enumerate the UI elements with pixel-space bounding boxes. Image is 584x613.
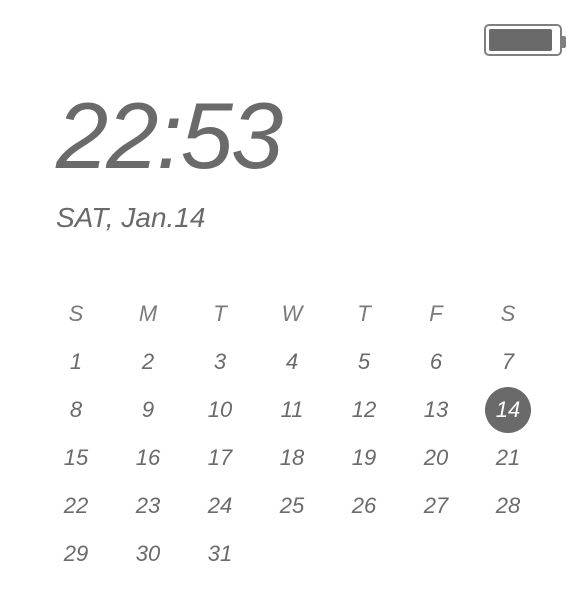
calendar-day-cell[interactable]: 25 [256,482,328,530]
calendar-weekday-row: SMTWTFS [40,290,564,338]
calendar-day-cell[interactable]: 4 [256,338,328,386]
calendar-day-cell[interactable]: 27 [400,482,472,530]
calendar-weekday-label: W [282,301,303,327]
calendar-day-cell[interactable]: 26 [328,482,400,530]
calendar-weekday-label: S [501,301,516,327]
calendar-day-number: 10 [208,397,232,423]
calendar-day-cell[interactable]: 17 [184,434,256,482]
calendar-day-cell[interactable]: 10 [184,386,256,434]
calendar-day-number: 23 [136,493,160,519]
calendar-day-cell [400,530,472,578]
calendar-day-cell[interactable]: 14 [472,386,544,434]
calendar-day-number: 6 [430,349,442,375]
calendar-weekday-label: S [69,301,84,327]
calendar-weekday-label: T [213,301,226,327]
calendar-week-row: 8 9 10 11 12 13 14 [40,386,564,434]
battery-indicator [484,24,566,56]
calendar-day-cell[interactable]: 23 [112,482,184,530]
calendar-day-number: 20 [424,445,448,471]
calendar-day-number: 2 [142,349,154,375]
calendar-day-number: 13 [424,397,448,423]
calendar-day-cell[interactable]: 28 [472,482,544,530]
calendar-day-number: 26 [352,493,376,519]
calendar-weekday-cell: T [184,290,256,338]
calendar-day-cell[interactable]: 31 [184,530,256,578]
calendar-day-cell[interactable]: 29 [40,530,112,578]
calendar-day-cell[interactable]: 20 [400,434,472,482]
calendar-weekday-label: F [429,301,442,327]
calendar-day-number: 3 [214,349,226,375]
calendar-weekday-label: T [357,301,370,327]
calendar-day-cell[interactable]: 21 [472,434,544,482]
calendar-weekday-label: M [139,301,157,327]
calendar-day-number: 9 [142,397,154,423]
clock-date: SAT, Jan.14 [56,202,584,234]
calendar-day-number: 7 [502,349,514,375]
calendar-day-cell[interactable]: 11 [256,386,328,434]
calendar-body: 1234567891011121314151617181920212223242… [40,338,564,578]
calendar-weekday-cell: T [328,290,400,338]
calendar-day-cell[interactable]: 7 [472,338,544,386]
calendar-day-number: 19 [352,445,376,471]
calendar-day-number: 17 [208,445,232,471]
calendar-day-number: 4 [286,349,298,375]
calendar-day-cell[interactable]: 6 [400,338,472,386]
calendar-day-number: 22 [64,493,88,519]
calendar-weekday-cell: S [40,290,112,338]
clock-time: 22:53 [56,82,584,190]
calendar-week-row: 1 2 3 4 5 6 7 [40,338,564,386]
battery-tip [562,36,566,48]
calendar-day-cell[interactable]: 5 [328,338,400,386]
calendar-day-cell[interactable]: 1 [40,338,112,386]
calendar-day-number: 18 [280,445,304,471]
calendar-day-number: 28 [496,493,520,519]
battery-fill [489,29,552,51]
calendar-day-cell[interactable]: 15 [40,434,112,482]
calendar-day-cell[interactable]: 30 [112,530,184,578]
calendar-weekday-cell: M [112,290,184,338]
calendar-day-number: 11 [281,397,304,423]
calendar-day-cell[interactable]: 3 [184,338,256,386]
calendar-day-cell [472,530,544,578]
calendar-weekday-cell: W [256,290,328,338]
calendar-day-number: 24 [208,493,232,519]
calendar-day-number: 16 [136,445,160,471]
calendar-day-number: 15 [64,445,88,471]
calendar-day-number: 12 [352,397,376,423]
calendar-day-number: 27 [424,493,448,519]
calendar-weekday-cell: F [400,290,472,338]
calendar-day-cell[interactable]: 22 [40,482,112,530]
calendar-week-row: 29 30 31 [40,530,564,578]
calendar-day-cell [328,530,400,578]
calendar-day-cell [256,530,328,578]
calendar-day-cell[interactable]: 18 [256,434,328,482]
calendar-day-number: 31 [208,541,232,567]
calendar-day-cell[interactable]: 8 [40,386,112,434]
calendar-day-cell[interactable]: 2 [112,338,184,386]
calendar-day-number: 21 [496,445,520,471]
calendar-day-number: 29 [64,541,88,567]
calendar-day-number: 25 [280,493,304,519]
calendar-day-cell[interactable]: 16 [112,434,184,482]
calendar-weekday-cell: S [472,290,544,338]
calendar-day-cell[interactable]: 12 [328,386,400,434]
calendar-day-number: 1 [70,349,82,375]
calendar-day-number: 5 [358,349,370,375]
calendar-day-cell[interactable]: 13 [400,386,472,434]
calendar-day-cell[interactable]: 9 [112,386,184,434]
calendar-week-row: 22 23 24 25 26 27 28 [40,482,564,530]
calendar-day-number: 30 [136,541,160,567]
battery-shell [484,24,562,56]
calendar-week-row: 15 16 17 18 19 20 21 [40,434,564,482]
calendar: SMTWTFS 12345678910111213141516171819202… [0,290,584,578]
calendar-day-number: 8 [70,397,82,423]
calendar-day-number: 14 [496,397,520,423]
calendar-day-cell[interactable]: 24 [184,482,256,530]
calendar-day-cell[interactable]: 19 [328,434,400,482]
